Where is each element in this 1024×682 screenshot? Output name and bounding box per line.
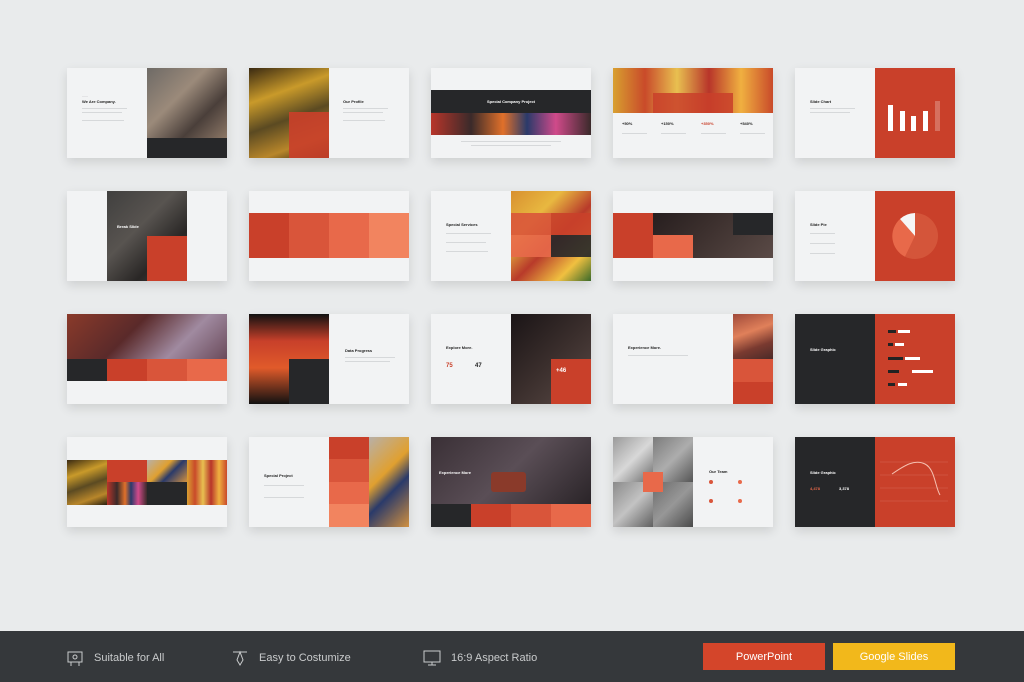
feature-label: Suitable for All bbox=[94, 652, 165, 664]
stat-value: +50% bbox=[622, 121, 633, 126]
slide-thumbnail[interactable]: Break Slide bbox=[67, 191, 227, 281]
slide-title: Slide Pie bbox=[810, 222, 827, 227]
powerpoint-button[interactable]: PowerPoint bbox=[703, 643, 825, 670]
stat-value: 47 bbox=[475, 363, 482, 369]
slide-title: Slide Graphic bbox=[810, 347, 836, 352]
slide-thumbnail[interactable]: Special Company Project bbox=[431, 68, 591, 158]
pen-tool-icon bbox=[233, 650, 247, 666]
slide-thumbnail[interactable]: Our Profile bbox=[249, 68, 409, 158]
slide-thumbnail[interactable]: Experience More bbox=[431, 437, 591, 527]
slide-title: Break Slide bbox=[117, 224, 139, 229]
slide-thumbnail[interactable]: Explore More. 75 47 +46 bbox=[431, 314, 591, 404]
chart-bar bbox=[935, 101, 940, 131]
slide-photo bbox=[431, 113, 591, 135]
pie-chart bbox=[892, 212, 939, 259]
slide-band bbox=[147, 138, 227, 158]
stat-value: +540% bbox=[740, 121, 753, 126]
slide-thumbnail[interactable]: Slide Pie bbox=[795, 191, 955, 281]
slide-title: We Are Company. bbox=[82, 99, 116, 104]
slide-title: Experience More bbox=[439, 470, 472, 475]
slide-title: Slide Graphic bbox=[810, 470, 836, 475]
slide-thumbnail[interactable]: Our Team bbox=[613, 437, 773, 527]
chart-bar bbox=[888, 105, 893, 131]
stat-value: 3,378 bbox=[839, 486, 850, 491]
presentation-board-icon bbox=[67, 651, 83, 666]
slide-title: Our Team bbox=[709, 469, 728, 474]
monitor-icon bbox=[423, 650, 441, 666]
slide-thumbnail[interactable]: Slide Graphic bbox=[795, 314, 955, 404]
feature-label: Easy to Costumize bbox=[259, 652, 351, 664]
chart-bar bbox=[911, 116, 916, 131]
line-graph bbox=[880, 461, 948, 502]
feature-aspect-ratio: 16:9 Aspect Ratio bbox=[423, 649, 537, 667]
slide-title: Experience More. bbox=[628, 345, 662, 350]
slide-thumbnail[interactable]: Experience More. bbox=[613, 314, 773, 404]
stat-value: +46 bbox=[556, 368, 567, 374]
google-slides-button[interactable]: Google Slides bbox=[833, 643, 955, 670]
slide-thumbnail[interactable] bbox=[67, 314, 227, 404]
chart-bar bbox=[900, 111, 905, 131]
slide-title: Explore More. bbox=[446, 345, 473, 350]
feature-suitable: Suitable for All bbox=[66, 649, 164, 667]
slide-title: Special Services bbox=[446, 222, 478, 227]
slide-thumbnail[interactable]: Special Services bbox=[431, 191, 591, 281]
slide-thumbnail[interactable]: +50% +150% +350% +540% bbox=[613, 68, 773, 158]
stat-value: +350% bbox=[701, 121, 714, 126]
feature-bar: Suitable for All Easy to Costumize 16:9 … bbox=[0, 631, 1024, 682]
slide-thumbnail[interactable]: Special Project bbox=[249, 437, 409, 527]
slide-thumbnail[interactable]: Slide Graphic 4,478 3,378 bbox=[795, 437, 955, 527]
feature-customize: Easy to Costumize bbox=[231, 649, 351, 667]
chart-bar bbox=[923, 111, 928, 131]
slide-title: Special Company Project bbox=[486, 99, 535, 104]
slide-title: Special Project bbox=[264, 473, 293, 478]
stat-value: 75 bbox=[446, 363, 453, 369]
slide-thumbnail[interactable]: Slide Chart bbox=[795, 68, 955, 158]
slide-title: Slide Chart bbox=[810, 99, 832, 104]
slide-thumbnail[interactable] bbox=[613, 191, 773, 281]
slide-thumbnail[interactable]: Data Progress bbox=[249, 314, 409, 404]
stat-value: 4,478 bbox=[810, 486, 821, 491]
slide-photo bbox=[147, 68, 227, 138]
feature-label: 16:9 Aspect Ratio bbox=[451, 652, 538, 664]
stat-value: +150% bbox=[661, 121, 674, 126]
slide-block bbox=[289, 112, 329, 158]
slide-thumbnail[interactable] bbox=[67, 437, 227, 527]
slide-title: Data Progress bbox=[345, 348, 373, 353]
slide-thumbnail[interactable]: ——— We Are Company. bbox=[67, 68, 227, 158]
slide-title: Our Profile bbox=[343, 99, 364, 104]
slide-thumbnail[interactable] bbox=[249, 191, 409, 281]
